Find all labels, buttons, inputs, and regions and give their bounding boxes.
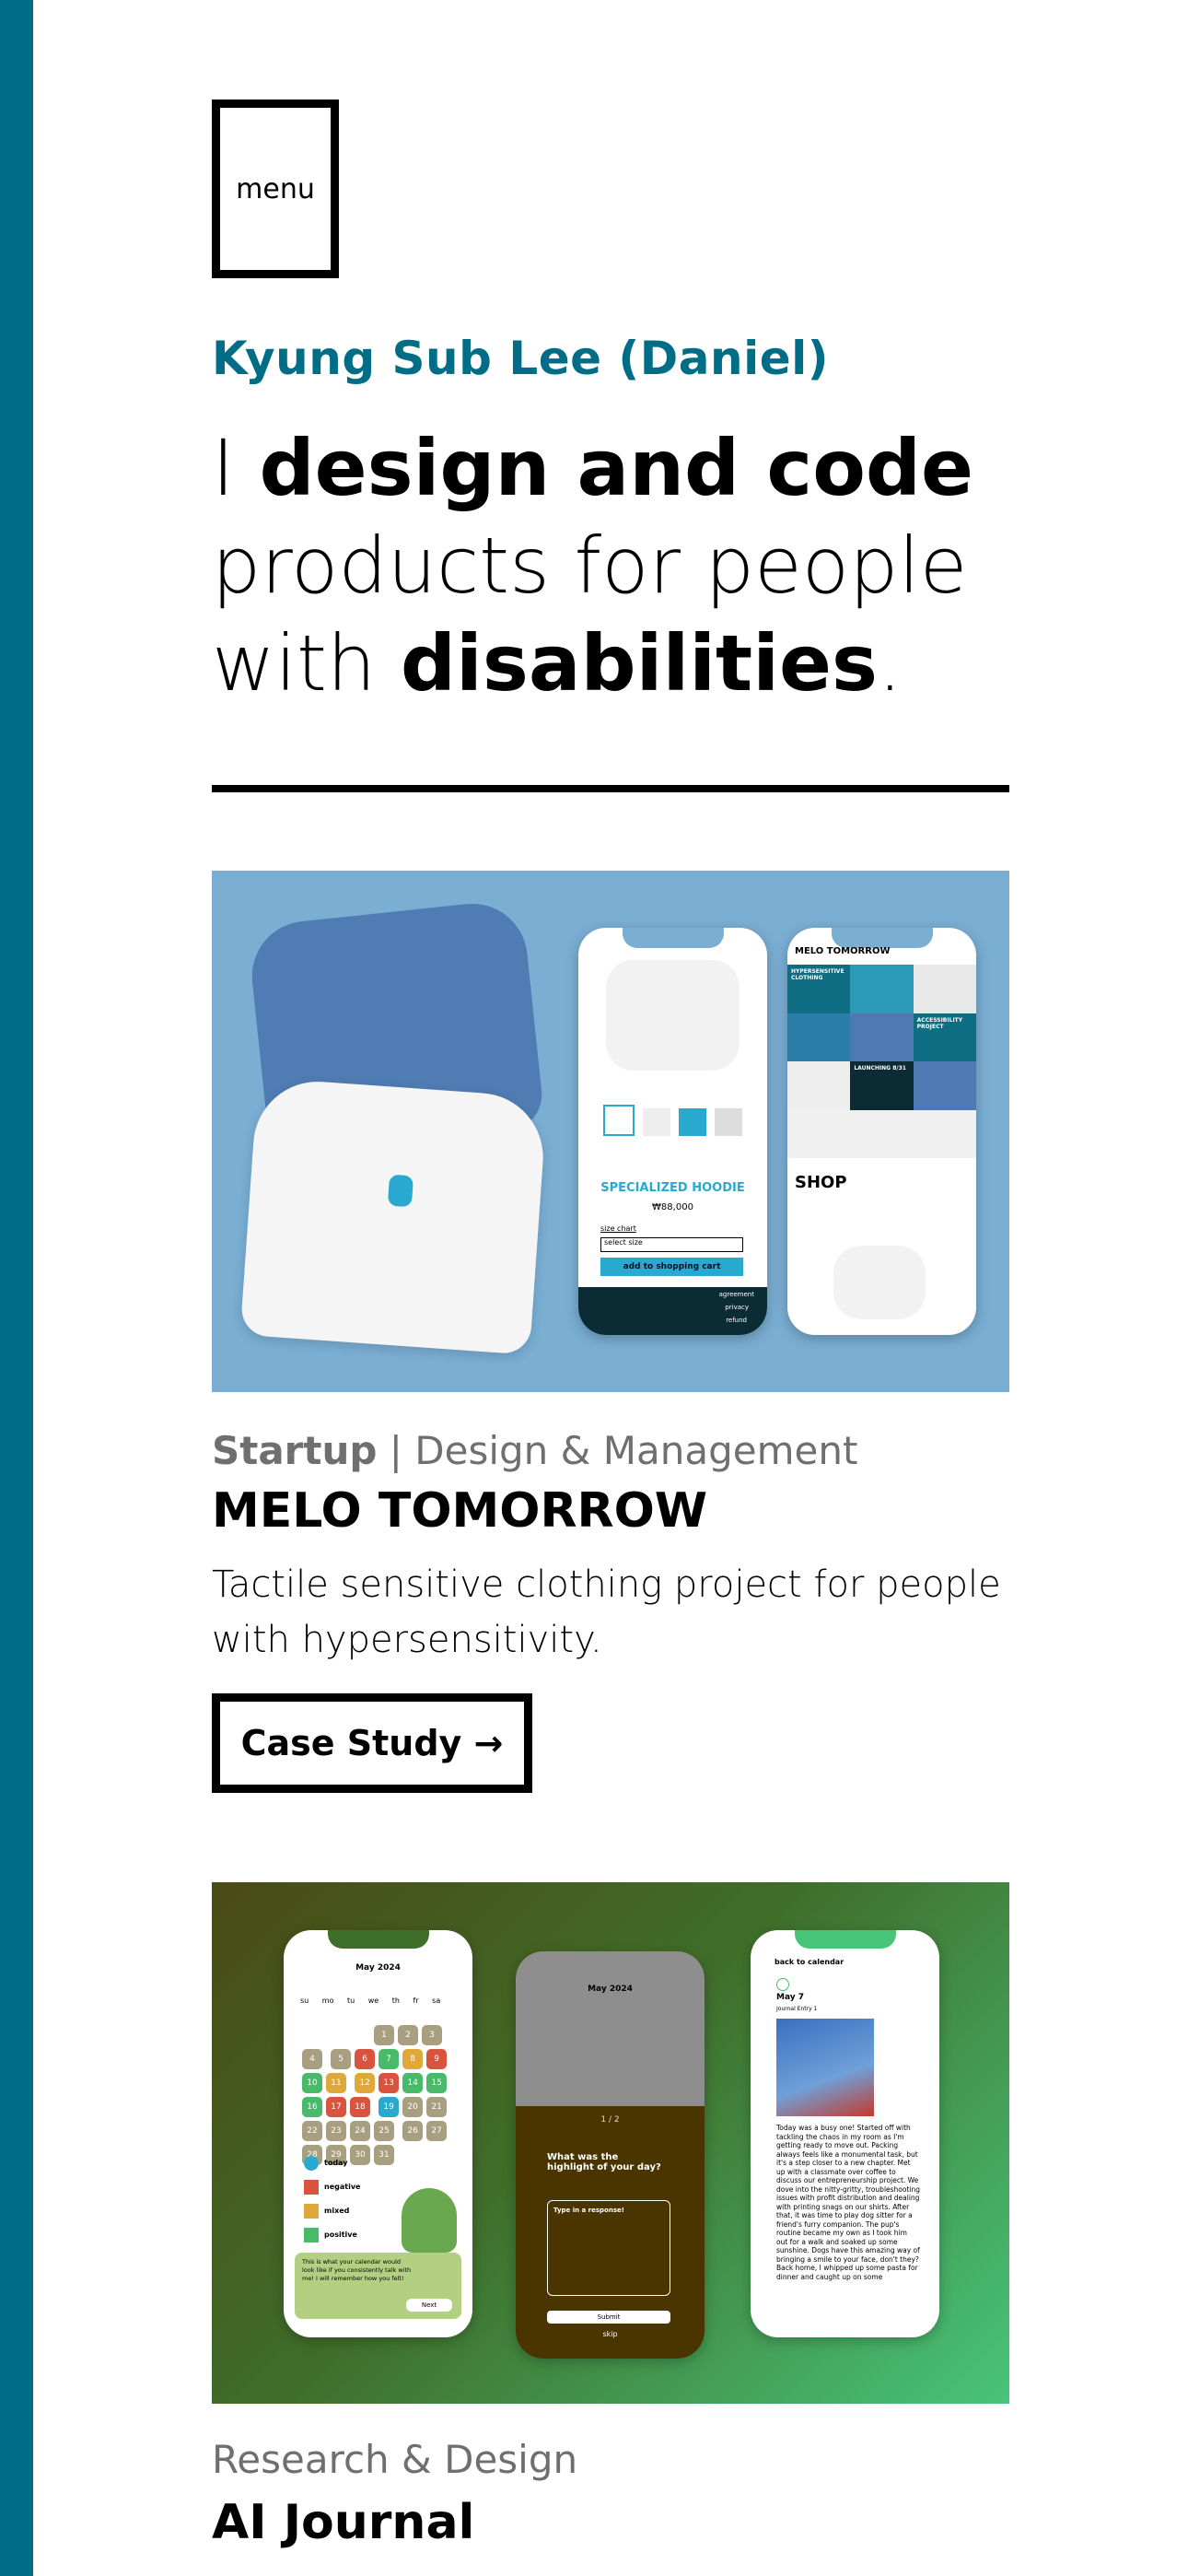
legend: today negative mixed positive [304,2151,360,2247]
weekday-header: su mo tu we th fr sa [300,1996,441,2005]
white-hoodie-image [239,1077,548,1355]
product-price: ₩88,000 [652,1202,693,1212]
product-title: SPECIALIZED HOODIE [600,1181,745,1195]
skip-link[interactable]: skip [516,2330,705,2338]
submit-button[interactable]: Submit [547,2311,670,2324]
size-chart-link[interactable]: size chart [600,1224,636,1233]
project-description: Tactile sensitive clothing project for p… [212,1563,1001,1661]
response-input[interactable]: Type in a response! [547,2200,670,2296]
project-title: MELO TOMORROW [212,1483,708,1539]
calendar-month: May 2024 [355,1963,401,1973]
case-study-button[interactable]: Case Study → [212,1693,532,1793]
divider [212,785,1009,792]
hoodie-thumbnail [606,960,740,1071]
shop-grid: HYPERSENSITIVE CLOTHING ACCESSIBILITY PR… [787,965,976,1158]
next-button[interactable]: Next [406,2299,452,2312]
menu-button[interactable]: menu [212,100,339,278]
dinosaur-mascot-icon [402,2188,457,2253]
product-phone-mockup: SPECIALIZED HOODIE ₩88,000 size chart se… [578,928,767,1335]
entry-date: May 7 [776,1993,805,2002]
question-phone-mockup: May 2024 1 / 2 What was the highlight of… [516,1951,705,2359]
mascot-speech-bubble: This is what your calendar would look li… [295,2253,461,2319]
author-name: Kyung Sub Lee (Daniel) [212,332,830,385]
calendar-day-grid: 1 2 34 5 6 7 8 910 11 12 13 14 1516 17 18 19 20 2122 23… [300,2013,466,2167]
product-footer: agreement privacy refund [578,1287,767,1335]
melo-tomorrow-image[interactable]: SPECIALIZED HOODIE ₩88,000 size chart se… [212,871,1009,1392]
calendar-month: May 2024 [588,1985,633,1994]
entry-subtitle: Journal Entry 1 [776,2006,818,2012]
side-accent-bar [0,0,33,2576]
calendar-phone-mockup: May 2024 su mo tu we th fr sa 1 2 34 56789… [284,1930,472,2337]
hero-headline: I design and code products for people wi… [212,423,974,708]
entry-phone-mockup: back to calendar May 7 Journal Entry 1 T… [751,1930,939,2337]
hoodie-logo-icon [387,1174,414,1208]
shop-header: MELO TOMORROW [795,946,891,956]
add-to-cart-button[interactable]: add to shopping cart [600,1258,743,1276]
ai-journal-image[interactable]: May 2024 su mo tu we th fr sa 1 2 34 56789… [212,1882,1009,2404]
size-select[interactable]: select size [600,1237,743,1252]
project-title: AI Journal [212,2495,475,2550]
entry-text: Today was a busy one! Started off with t… [776,2124,920,2281]
entry-photo [776,2019,874,2116]
project-category: Research & Design [212,2437,578,2482]
project-category: Startup | Design & Management [212,1428,858,1473]
back-to-calendar-link[interactable]: back to calendar [775,1958,844,1966]
smiley-icon [776,1978,789,1991]
question-sheet: 1 / 2 What was the highlight of your day… [516,2106,705,2359]
shop-label: SHOP [795,1173,847,1192]
shop-hoodie-thumbnail [833,1246,926,1319]
shop-phone-mockup: MELO TOMORROW HYPERSENSITIVE CLOTHING AC… [787,928,976,1335]
